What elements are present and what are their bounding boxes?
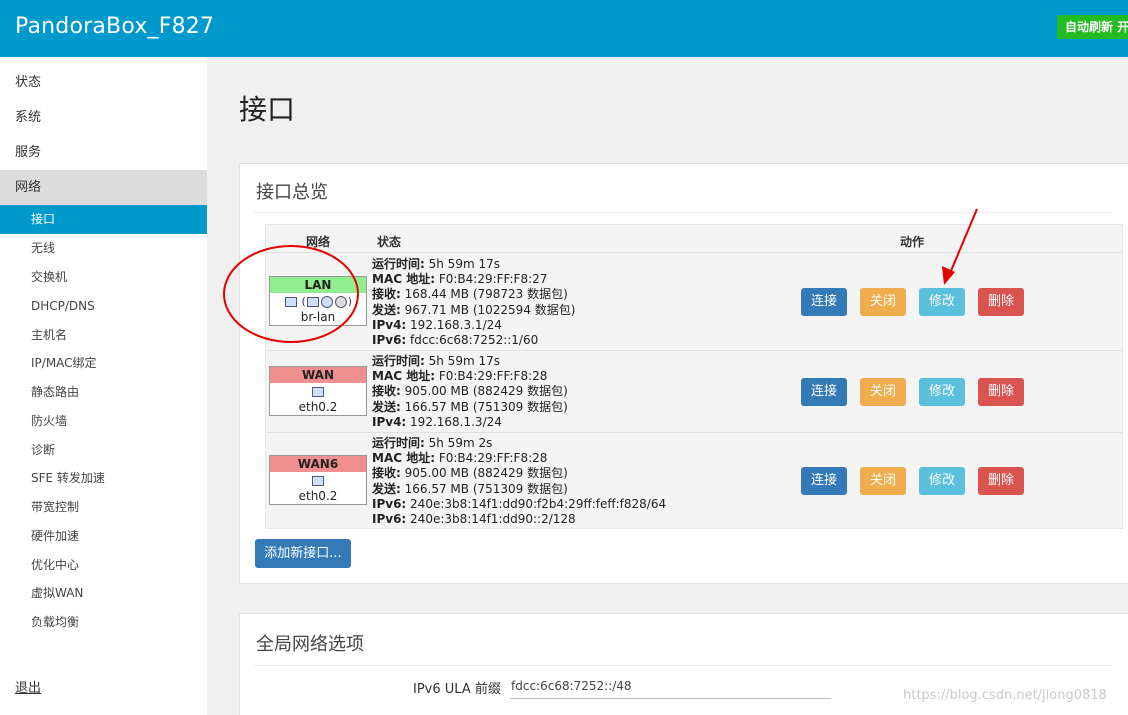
sidebar-item-network[interactable]: 网络 (0, 170, 207, 205)
sidebar: 状态 系统 服务 网络 接口 无线 交换机 DHCP/DNS 主机名 IP/MA… (0, 57, 207, 715)
global-options-title: 全局网络选项 (256, 634, 364, 655)
close-button[interactable]: 关闭 (860, 467, 906, 495)
interfaces-table: 网络 状态 动作 LAN () br-lan 运行时间: 5h 59m 17s … (265, 224, 1123, 529)
sidebar-subitem-load-balance[interactable]: 负载均衡 (0, 608, 207, 637)
sidebar-subitem-hostnames[interactable]: 主机名 (0, 321, 207, 350)
interface-name: LAN (270, 277, 366, 293)
delete-button[interactable]: 删除 (978, 467, 1024, 495)
wifi-disabled-icon (334, 296, 347, 308)
interface-status-wan6: 运行时间: 5h 59m 2s MAC 地址: F0:B4:29:FF:F8:2… (372, 436, 667, 527)
ethernet-icon (306, 297, 319, 307)
bridge-paren-close: ) (347, 295, 353, 308)
close-button[interactable]: 关闭 (860, 378, 906, 406)
ethernet-icon (312, 387, 324, 397)
sidebar-item-system[interactable]: 系统 (0, 100, 207, 135)
sidebar-subitem-interfaces[interactable]: 接口 (0, 205, 207, 234)
sidebar-subitem-firewall[interactable]: 防火墙 (0, 407, 207, 436)
sidebar-subitem-sfe[interactable]: SFE 转发加速 (0, 464, 207, 493)
add-interface-button[interactable]: 添加新接口... (255, 539, 351, 568)
sidebar-item-status[interactable]: 状态 (0, 65, 207, 100)
table-row: LAN () br-lan 运行时间: 5h 59m 17s MAC 地址: F… (266, 252, 1122, 350)
sidebar-subitem-dhcp-dns[interactable]: DHCP/DNS (0, 292, 207, 321)
sidebar-subitem-switch[interactable]: 交换机 (0, 263, 207, 292)
sidebar-subitem-ip-mac-binding[interactable]: IP/MAC绑定 (0, 349, 207, 378)
edit-button[interactable]: 修改 (919, 288, 965, 316)
ethernet-icon (312, 476, 324, 486)
table-row: WAN eth0.2 运行时间: 5h 59m 17s MAC 地址: F0:B… (266, 350, 1122, 432)
interface-device: br-lan (300, 310, 336, 324)
interface-icons (270, 383, 366, 400)
edit-button[interactable]: 修改 (919, 467, 965, 495)
interface-device: eth0.2 (298, 489, 338, 503)
ipv6-ula-label: IPv6 ULA 前缀 (413, 682, 501, 697)
interface-badge-wan[interactable]: WAN eth0.2 (269, 366, 367, 416)
watermark: https://blog.csdn.net/jiong0818 (903, 688, 1107, 703)
sidebar-subitem-static-routes[interactable]: 静态路由 (0, 378, 207, 407)
sidebar-subitem-bandwidth[interactable]: 带宽控制 (0, 493, 207, 522)
interface-name: WAN (270, 367, 366, 383)
interface-status-wan: 运行时间: 5h 59m 17s MAC 地址: F0:B4:29:FF:F8:… (372, 354, 568, 429)
connect-button[interactable]: 连接 (801, 378, 847, 406)
sidebar-subitem-virtual-wan[interactable]: 虚拟WAN (0, 579, 207, 608)
interface-icons (270, 472, 366, 489)
sidebar-subitem-wireless[interactable]: 无线 (0, 234, 207, 263)
connect-button[interactable]: 连接 (801, 467, 847, 495)
logout-link[interactable]: 退出 (15, 677, 41, 696)
column-header-network: 网络 (306, 235, 331, 249)
bridge-paren-open: ( (301, 295, 306, 308)
interface-status-lan: 运行时间: 5h 59m 17s MAC 地址: F0:B4:29:FF:F8:… (372, 257, 576, 348)
ipv6-ula-input[interactable] (510, 673, 831, 699)
divider (254, 212, 1113, 213)
table-row: WAN6 eth0.2 运行时间: 5h 59m 2s MAC 地址: F0:B… (266, 432, 1122, 528)
sidebar-subitem-diagnostics[interactable]: 诊断 (0, 436, 207, 465)
edit-button[interactable]: 修改 (919, 378, 965, 406)
interface-icons: () (270, 293, 366, 310)
overview-title: 接口总览 (256, 182, 328, 203)
ethernet-icon (284, 297, 297, 307)
interface-badge-lan[interactable]: LAN () br-lan (269, 276, 367, 326)
wifi-icon (320, 296, 333, 308)
sidebar-subitem-hw-accel[interactable]: 硬件加速 (0, 522, 207, 551)
delete-button[interactable]: 删除 (978, 288, 1024, 316)
interface-name: WAN6 (270, 456, 366, 472)
auto-refresh-toggle[interactable]: 自动刷新 开 (1057, 15, 1128, 39)
divider (254, 665, 1113, 666)
sidebar-subitem-optimize[interactable]: 优化中心 (0, 551, 207, 580)
brand-title[interactable]: PandoraBox_F827 (15, 14, 214, 39)
sidebar-item-services[interactable]: 服务 (0, 135, 207, 170)
connect-button[interactable]: 连接 (801, 288, 847, 316)
interface-device: eth0.2 (298, 400, 338, 414)
page-title: 接口 (239, 93, 296, 126)
top-bar: PandoraBox_F827 自动刷新 开 (0, 0, 1128, 57)
interface-badge-wan6[interactable]: WAN6 eth0.2 (269, 455, 367, 505)
column-header-actions: 动作 (900, 235, 925, 249)
close-button[interactable]: 关闭 (860, 288, 906, 316)
column-header-status: 状态 (377, 235, 402, 249)
delete-button[interactable]: 删除 (978, 378, 1024, 406)
